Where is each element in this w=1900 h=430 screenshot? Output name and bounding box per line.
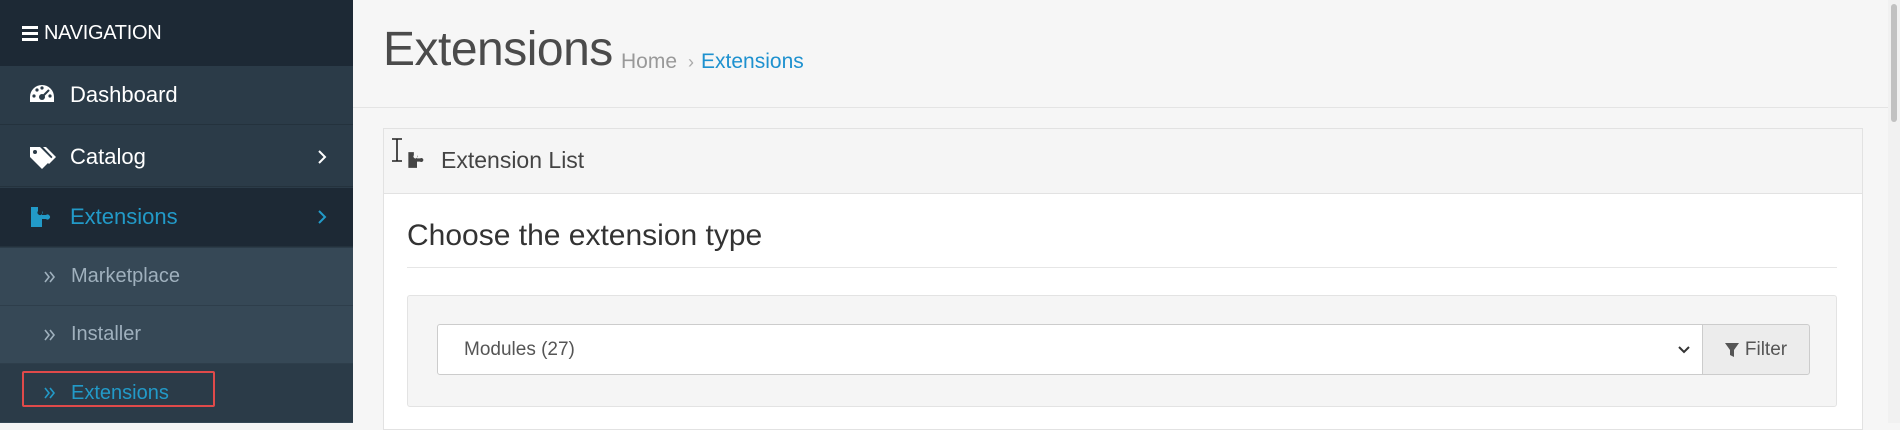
sidebar-item-label: Catalog — [70, 144, 146, 169]
filter-icon — [1724, 342, 1739, 357]
submenu-item-label: Installer — [71, 323, 142, 345]
scrollbar-thumb[interactable] — [1891, 4, 1897, 122]
filter-button[interactable]: Filter — [1702, 324, 1810, 375]
puzzle-icon — [408, 152, 424, 168]
main-content: Extensions Home › Extensions Extension L… — [353, 0, 1900, 430]
tags-icon — [30, 147, 56, 169]
puzzle-icon — [31, 207, 50, 227]
sidebar-item-catalog[interactable]: Catalog — [0, 128, 353, 187]
chevron-down-icon — [1678, 346, 1690, 354]
submenu-item-marketplace[interactable]: Marketplace — [0, 248, 353, 306]
filter-button-label: Filter — [1744, 338, 1788, 360]
submenu-item-label: Marketplace — [71, 265, 180, 287]
page-title: Extensions — [383, 23, 613, 76]
double-chevron-right-icon — [44, 329, 56, 340]
highlight-box — [22, 371, 215, 407]
breadcrumb: Home › Extensions — [621, 50, 804, 74]
submenu-item-installer[interactable]: Installer — [0, 306, 353, 364]
sidebar-item-extensions[interactable]: Extensions — [0, 188, 353, 247]
breadcrumb-separator-icon: › — [688, 51, 695, 72]
sidebar-item-label: Dashboard — [70, 82, 178, 107]
breadcrumb-current[interactable]: Extensions — [701, 50, 804, 74]
chevron-right-icon — [318, 150, 327, 164]
content-area: Extension List Choose the extension type… — [353, 108, 1900, 430]
divider — [407, 267, 1837, 268]
sidebar-item-label: Extensions — [70, 204, 178, 229]
sidebar-item-dashboard[interactable]: Dashboard — [0, 66, 353, 125]
nav-header-label: NAVIGATION — [44, 21, 162, 44]
dashboard-icon — [30, 85, 54, 102]
double-chevron-right-icon — [44, 271, 56, 282]
extension-type-select[interactable]: Modules (27) — [437, 324, 1703, 375]
chevron-right-icon — [318, 210, 327, 224]
section-title: Choose the extension type — [407, 219, 763, 252]
page-header: Extensions Home › Extensions — [353, 0, 1900, 108]
filter-well: Modules (27) Filter — [407, 295, 1837, 407]
page-scrollbar[interactable] — [1888, 0, 1900, 423]
panel-title: Extension List — [441, 147, 585, 173]
panel-heading: Extension List — [384, 129, 1862, 194]
text-cursor-icon — [392, 138, 402, 162]
sidebar: NAVIGATION Dashboard Catalog Extensions — [0, 0, 353, 423]
breadcrumb-home[interactable]: Home — [621, 50, 677, 74]
extension-list-panel: Extension List Choose the extension type… — [383, 128, 1863, 430]
hamburger-icon[interactable] — [22, 25, 38, 41]
nav-header: NAVIGATION — [0, 0, 353, 66]
select-value: Modules (27) — [464, 338, 575, 360]
